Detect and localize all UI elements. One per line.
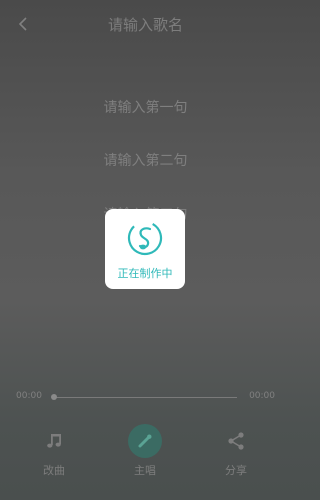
progress-thumb[interactable] [51,394,57,400]
lead-vocal-label: 主唱 [134,464,156,477]
lyric-line-1[interactable]: 请输入第一句 [0,97,291,117]
header: 请输入歌名 [0,0,291,48]
current-time: 00:00 [16,391,42,401]
music-note-icon [47,434,61,448]
total-time: 00:00 [249,391,275,401]
loading-dialog: 正在制作中 [105,209,185,289]
change-tune-label: 改曲 [43,464,65,477]
share-label: 分享 [225,464,247,477]
loading-text: 正在制作中 [117,267,173,280]
music-note-logo-icon [127,220,163,256]
microphone-button-bg [128,424,162,458]
bottom-toolbar: 改曲 主唱 分享 [0,420,291,500]
progress-bar[interactable]: 00:00 00:00 [0,388,291,406]
lyric-line-2[interactable]: 请输入第二句 [0,150,291,170]
share-icon [228,432,244,450]
progress-track[interactable] [54,397,237,398]
share-button[interactable]: 分享 [196,420,276,500]
microphone-icon [138,434,152,448]
page-title[interactable]: 请输入歌名 [0,14,291,35]
change-tune-button[interactable]: 改曲 [14,420,94,500]
lead-vocal-button[interactable]: 主唱 [105,420,185,500]
